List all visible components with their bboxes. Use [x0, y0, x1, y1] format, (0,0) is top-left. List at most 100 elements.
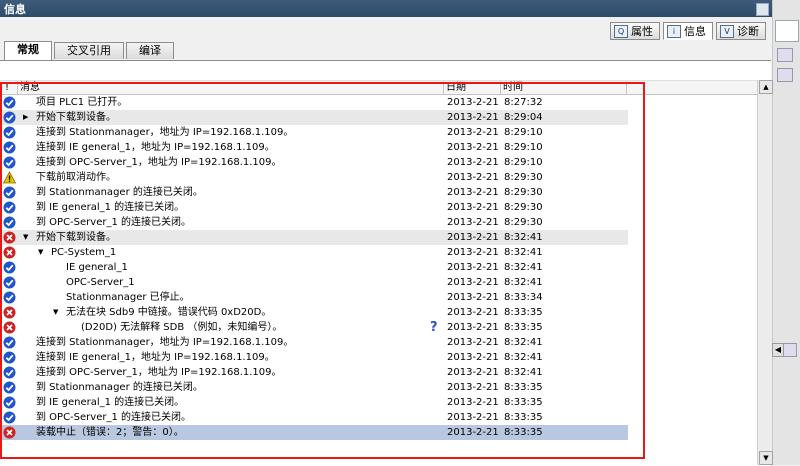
grid-header: ! 消息 日期 时间	[0, 80, 757, 95]
inspector-tab-label: 属性	[631, 25, 653, 38]
table-row[interactable]: ▶ 开始下载到设备。 2013-2-21 8:29:04	[0, 110, 628, 125]
inspector-tab-0[interactable]: Q 属性	[610, 22, 660, 40]
success-check-icon	[3, 336, 16, 349]
table-row[interactable]: 连接到 IE general_1，地址为 IP=192.168.1.109。 20…	[0, 350, 628, 365]
table-row[interactable]: IE general_1 2013-2-21 8:32:41	[0, 260, 628, 275]
row-message: Stationmanager 已停止。	[66, 292, 190, 303]
table-row[interactable]: Stationmanager 已停止。 2013-2-21 8:33:34	[0, 290, 628, 305]
table-row[interactable]: 到 Stationmanager 的连接已关闭。 2013-2-21 8:33:35	[0, 380, 628, 395]
row-date: 2013-2-21	[447, 397, 499, 408]
success-check-icon	[3, 156, 16, 169]
table-row[interactable]: 连接到 OPC-Server_1，地址为 IP=192.168.1.109。 20…	[0, 155, 628, 170]
row-message: 到 Stationmanager 的连接已关闭。	[36, 187, 203, 198]
row-message: 到 OPC-Server_1 的连接已关闭。	[36, 217, 192, 228]
table-row[interactable]: 到 IE general_1 的连接已关闭。 2013-2-21 8:33:35	[0, 395, 628, 410]
row-time: 8:32:41	[504, 367, 543, 378]
sub-tab-2[interactable]: 编译	[126, 42, 174, 59]
diagnostics-icon: V	[720, 24, 734, 38]
success-check-icon	[3, 201, 16, 214]
row-time: 8:32:41	[504, 247, 543, 258]
success-check-icon	[3, 381, 16, 394]
table-row[interactable]: OPC-Server_1 2013-2-21 8:32:41	[0, 275, 628, 290]
inspector-tab-1[interactable]: i 信息	[663, 22, 713, 40]
side-panel-icon[interactable]	[777, 48, 793, 62]
table-row[interactable]: 到 Stationmanager 的连接已关闭。 2013-2-21 8:29:30	[0, 185, 628, 200]
sub-tabs: 常规 交叉引用 编译	[4, 41, 176, 60]
row-message: 到 Stationmanager 的连接已关闭。	[36, 382, 203, 393]
row-time: 8:29:04	[504, 112, 543, 123]
error-x-icon	[3, 426, 16, 439]
row-message: 到 IE general_1 的连接已关闭。	[36, 202, 185, 213]
success-check-icon	[3, 396, 16, 409]
table-row[interactable]: 连接到 Stationmanager，地址为 IP=192.168.1.109。…	[0, 125, 628, 140]
table-row[interactable]: 连接到 IE general_1，地址为 IP=192.168.1.109。 20…	[0, 140, 628, 155]
scroll-down-icon[interactable]: ▼	[759, 451, 773, 465]
table-row[interactable]: 项目 PLC1 已打开。 2013-2-21 8:27:32	[0, 95, 628, 110]
row-date: 2013-2-21	[447, 112, 499, 123]
row-date: 2013-2-21	[447, 172, 499, 183]
header-filler	[626, 81, 758, 94]
row-message: IE general_1	[66, 262, 128, 273]
help-question-icon[interactable]: ?	[430, 320, 438, 335]
row-date: 2013-2-21	[447, 187, 499, 198]
row-time: 8:29:30	[504, 202, 543, 213]
table-row[interactable]: ▼ 无法在块 Sdb9 中链接。错误代码 0xD20D。 2013-2-21 8:33…	[0, 305, 628, 320]
header-bang[interactable]: !	[0, 81, 14, 94]
task-card-tab[interactable]	[775, 20, 799, 42]
scroll-up-icon[interactable]: ▲	[759, 80, 773, 94]
success-check-icon	[3, 216, 16, 229]
error-x-icon	[3, 306, 16, 319]
vertical-scrollbar[interactable]: ▲ ▼	[757, 80, 773, 465]
success-check-icon	[3, 261, 16, 274]
row-time: 8:33:35	[504, 307, 543, 318]
side-panel-icon[interactable]	[777, 68, 793, 82]
row-time: 8:29:30	[504, 217, 543, 228]
row-date: 2013-2-21	[447, 127, 499, 138]
expand-arrow-icon[interactable]: ▶	[23, 110, 28, 125]
success-check-icon	[3, 186, 16, 199]
table-row[interactable]: 到 OPC-Server_1 的连接已关闭。 2013-2-21 8:29:30	[0, 215, 628, 230]
table-row[interactable]: 到 OPC-Server_1 的连接已关闭。 2013-2-21 8:33:35	[0, 410, 628, 425]
inspector-tab-label: 诊断	[737, 25, 759, 38]
window-titlebar: 信息	[0, 0, 772, 17]
window-close-icon[interactable]	[756, 3, 769, 16]
table-row[interactable]: ▼ 开始下载到设备。 2013-2-21 8:32:41	[0, 230, 628, 245]
row-time: 8:33:35	[504, 382, 543, 393]
row-time: 8:33:35	[504, 397, 543, 408]
row-time: 8:32:41	[504, 352, 543, 363]
table-row[interactable]: 到 IE general_1 的连接已关闭。 2013-2-21 8:29:30	[0, 200, 628, 215]
row-message: 到 OPC-Server_1 的连接已关闭。	[36, 412, 192, 423]
sub-tab-1[interactable]: 交叉引用	[54, 42, 124, 59]
table-row[interactable]: 下载前取消动作。 2013-2-21 8:29:30	[0, 170, 628, 185]
success-check-icon	[3, 141, 16, 154]
window-title: 信息	[4, 3, 26, 16]
sub-tab-0[interactable]: 常规	[4, 41, 52, 60]
table-row[interactable]: ▼ PC-System_1 2013-2-21 8:32:41	[0, 245, 628, 260]
row-date: 2013-2-21	[447, 217, 499, 228]
row-message: 无法在块 Sdb9 中链接。错误代码 0xD20D。	[66, 307, 272, 318]
row-date: 2013-2-21	[447, 322, 499, 333]
header-message[interactable]: 消息	[17, 81, 444, 94]
row-date: 2013-2-21	[447, 307, 499, 318]
table-row[interactable]: 连接到 Stationmanager，地址为 IP=192.168.1.109。…	[0, 335, 628, 350]
success-check-icon	[3, 276, 16, 289]
collapse-arrow-icon[interactable]: ▼	[53, 305, 58, 320]
table-row[interactable]: (D20D) 无法解释 SDB （例如，未知编号）。? 2013-2-21 8:33…	[0, 320, 628, 335]
row-date: 2013-2-21	[447, 262, 499, 273]
row-message: OPC-Server_1	[66, 277, 135, 288]
collapse-arrow-icon[interactable]: ▼	[38, 245, 43, 260]
row-time: 8:29:10	[504, 127, 543, 138]
row-message: (D20D) 无法解释 SDB （例如，未知编号）。	[81, 322, 283, 333]
table-row[interactable]: 装载中止（错误：2；警告：0）。 2013-2-21 8:33:35	[0, 425, 628, 440]
collapse-arrow-icon[interactable]: ◀	[772, 343, 784, 357]
row-date: 2013-2-21	[447, 202, 499, 213]
success-check-icon	[3, 351, 16, 364]
header-date[interactable]: 日期	[443, 81, 501, 94]
collapse-arrow-icon[interactable]: ▼	[23, 230, 28, 245]
row-message: PC-System_1	[51, 247, 117, 258]
row-message: 连接到 IE general_1，地址为 IP=192.168.1.109。	[36, 352, 275, 363]
table-row[interactable]: 连接到 OPC-Server_1，地址为 IP=192.168.1.109。 20…	[0, 365, 628, 380]
right-side-strip	[772, 0, 800, 465]
inspector-tab-2[interactable]: V 诊断	[716, 22, 766, 40]
header-time[interactable]: 时间	[500, 81, 627, 94]
